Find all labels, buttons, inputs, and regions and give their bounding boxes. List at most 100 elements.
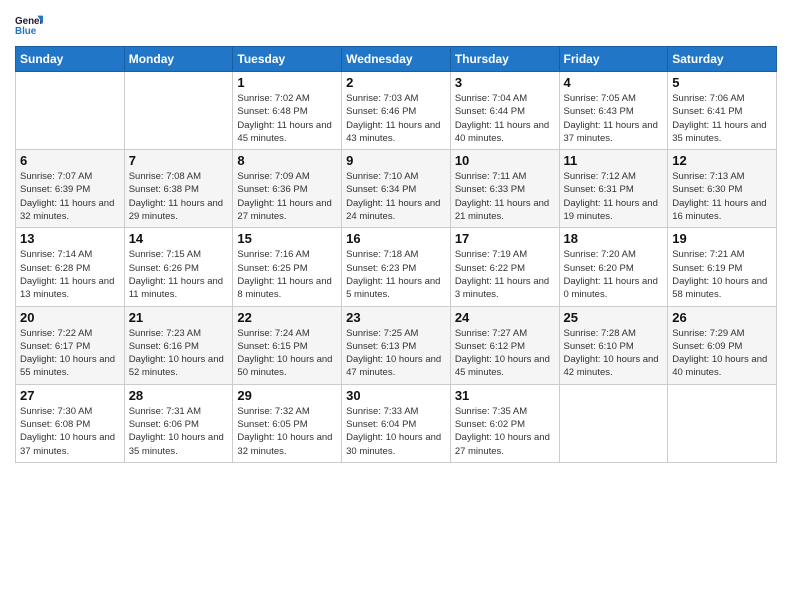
- calendar-cell: 4 Sunrise: 7:05 AM Sunset: 6:43 PM Daylig…: [559, 72, 668, 150]
- calendar-cell: 11Sunrise: 7:12 AM Sunset: 6:31 PM Dayli…: [559, 150, 668, 228]
- calendar-cell: 2 Sunrise: 7:03 AM Sunset: 6:46 PM Daylig…: [342, 72, 451, 150]
- day-info: Sunrise: 7:22 AM Sunset: 6:17 PM Dayligh…: [20, 327, 120, 380]
- calendar-cell: 27Sunrise: 7:30 AM Sunset: 6:08 PM Dayli…: [16, 384, 125, 462]
- day-number: 17: [455, 231, 555, 246]
- day-info: Sunrise: 7:08 AM Sunset: 6:38 PM Dayligh…: [129, 170, 229, 223]
- day-info: Sunrise: 7:28 AM Sunset: 6:10 PM Dayligh…: [564, 327, 664, 380]
- day-info: Sunrise: 7:07 AM Sunset: 6:39 PM Dayligh…: [20, 170, 120, 223]
- weekday-header: Friday: [559, 47, 668, 72]
- calendar-cell: [16, 72, 125, 150]
- header-row: SundayMondayTuesdayWednesdayThursdayFrid…: [16, 47, 777, 72]
- calendar-cell: 23 Sunrise: 7:25 AM Sunset: 6:13 PM Dayli…: [342, 306, 451, 384]
- day-number: 22: [237, 310, 337, 325]
- day-number: 12: [672, 153, 772, 168]
- day-number: 4: [564, 75, 664, 90]
- day-number: 24: [455, 310, 555, 325]
- day-info: Sunrise: 7:14 AM Sunset: 6:28 PM Dayligh…: [20, 248, 120, 301]
- day-number: 29: [237, 388, 337, 403]
- day-info: Sunrise: 7:24 AM Sunset: 6:15 PM Dayligh…: [237, 327, 337, 380]
- day-number: 8: [237, 153, 337, 168]
- calendar-cell: 18 Sunrise: 7:20 AM Sunset: 6:20 PM Dayli…: [559, 228, 668, 306]
- calendar-week-row: 27Sunrise: 7:30 AM Sunset: 6:08 PM Dayli…: [16, 384, 777, 462]
- calendar-cell: 9 Sunrise: 7:10 AM Sunset: 6:34 PM Daylig…: [342, 150, 451, 228]
- day-number: 10: [455, 153, 555, 168]
- calendar-cell: 26 Sunrise: 7:29 AM Sunset: 6:09 PM Dayli…: [668, 306, 777, 384]
- calendar-cell: 28Sunrise: 7:31 AM Sunset: 6:06 PM Dayli…: [124, 384, 233, 462]
- calendar-cell: [124, 72, 233, 150]
- day-info: Sunrise: 7:33 AM Sunset: 6:04 PM Dayligh…: [346, 405, 446, 458]
- calendar-cell: 22 Sunrise: 7:24 AM Sunset: 6:15 PM Dayli…: [233, 306, 342, 384]
- calendar: SundayMondayTuesdayWednesdayThursdayFrid…: [15, 46, 777, 463]
- day-number: 18: [564, 231, 664, 246]
- day-info: Sunrise: 7:11 AM Sunset: 6:33 PM Dayligh…: [455, 170, 555, 223]
- calendar-cell: 12 Sunrise: 7:13 AM Sunset: 6:30 PM Dayli…: [668, 150, 777, 228]
- calendar-week-row: 13Sunrise: 7:14 AM Sunset: 6:28 PM Dayli…: [16, 228, 777, 306]
- calendar-cell: 14 Sunrise: 7:15 AM Sunset: 6:26 PM Dayli…: [124, 228, 233, 306]
- calendar-cell: 7 Sunrise: 7:08 AM Sunset: 6:38 PM Daylig…: [124, 150, 233, 228]
- day-info: Sunrise: 7:27 AM Sunset: 6:12 PM Dayligh…: [455, 327, 555, 380]
- day-number: 20: [20, 310, 120, 325]
- calendar-cell: 10 Sunrise: 7:11 AM Sunset: 6:33 PM Dayli…: [450, 150, 559, 228]
- day-info: Sunrise: 7:02 AM Sunset: 6:48 PM Dayligh…: [237, 92, 337, 145]
- day-number: 15: [237, 231, 337, 246]
- logo-icon: General Blue: [15, 10, 43, 38]
- calendar-cell: 31Sunrise: 7:35 AM Sunset: 6:02 PM Dayli…: [450, 384, 559, 462]
- day-number: 9: [346, 153, 446, 168]
- day-number: 6: [20, 153, 120, 168]
- day-number: 25: [564, 310, 664, 325]
- calendar-cell: 24 Sunrise: 7:27 AM Sunset: 6:12 PM Dayli…: [450, 306, 559, 384]
- day-info: Sunrise: 7:15 AM Sunset: 6:26 PM Dayligh…: [129, 248, 229, 301]
- day-number: 14: [129, 231, 229, 246]
- calendar-week-row: 6 Sunrise: 7:07 AM Sunset: 6:39 PM Daylig…: [16, 150, 777, 228]
- day-info: Sunrise: 7:23 AM Sunset: 6:16 PM Dayligh…: [129, 327, 229, 380]
- calendar-cell: [559, 384, 668, 462]
- svg-text:Blue: Blue: [15, 26, 37, 37]
- day-info: Sunrise: 7:06 AM Sunset: 6:41 PM Dayligh…: [672, 92, 772, 145]
- weekday-header: Thursday: [450, 47, 559, 72]
- page: General Blue SundayMondayTuesdayWednesda…: [0, 0, 792, 612]
- day-info: Sunrise: 7:30 AM Sunset: 6:08 PM Dayligh…: [20, 405, 120, 458]
- day-info: Sunrise: 7:32 AM Sunset: 6:05 PM Dayligh…: [237, 405, 337, 458]
- day-number: 26: [672, 310, 772, 325]
- calendar-cell: 16Sunrise: 7:18 AM Sunset: 6:23 PM Dayli…: [342, 228, 451, 306]
- weekday-header: Tuesday: [233, 47, 342, 72]
- day-number: 3: [455, 75, 555, 90]
- day-info: Sunrise: 7:19 AM Sunset: 6:22 PM Dayligh…: [455, 248, 555, 301]
- calendar-cell: 17 Sunrise: 7:19 AM Sunset: 6:22 PM Dayli…: [450, 228, 559, 306]
- calendar-cell: 3 Sunrise: 7:04 AM Sunset: 6:44 PM Daylig…: [450, 72, 559, 150]
- calendar-cell: 25 Sunrise: 7:28 AM Sunset: 6:10 PM Dayli…: [559, 306, 668, 384]
- day-number: 23: [346, 310, 446, 325]
- calendar-cell: 19Sunrise: 7:21 AM Sunset: 6:19 PM Dayli…: [668, 228, 777, 306]
- day-number: 7: [129, 153, 229, 168]
- day-info: Sunrise: 7:25 AM Sunset: 6:13 PM Dayligh…: [346, 327, 446, 380]
- day-info: Sunrise: 7:10 AM Sunset: 6:34 PM Dayligh…: [346, 170, 446, 223]
- calendar-cell: 13Sunrise: 7:14 AM Sunset: 6:28 PM Dayli…: [16, 228, 125, 306]
- calendar-cell: 29 Sunrise: 7:32 AM Sunset: 6:05 PM Dayli…: [233, 384, 342, 462]
- day-info: Sunrise: 7:21 AM Sunset: 6:19 PM Dayligh…: [672, 248, 772, 301]
- weekday-header: Saturday: [668, 47, 777, 72]
- day-number: 16: [346, 231, 446, 246]
- calendar-week-row: 20 Sunrise: 7:22 AM Sunset: 6:17 PM Dayli…: [16, 306, 777, 384]
- logo: General Blue: [15, 10, 43, 38]
- calendar-cell: 6 Sunrise: 7:07 AM Sunset: 6:39 PM Daylig…: [16, 150, 125, 228]
- day-info: Sunrise: 7:03 AM Sunset: 6:46 PM Dayligh…: [346, 92, 446, 145]
- day-info: Sunrise: 7:04 AM Sunset: 6:44 PM Dayligh…: [455, 92, 555, 145]
- calendar-cell: 1 Sunrise: 7:02 AM Sunset: 6:48 PM Daylig…: [233, 72, 342, 150]
- weekday-header: Monday: [124, 47, 233, 72]
- day-number: 5: [672, 75, 772, 90]
- day-info: Sunrise: 7:20 AM Sunset: 6:20 PM Dayligh…: [564, 248, 664, 301]
- calendar-cell: 30Sunrise: 7:33 AM Sunset: 6:04 PM Dayli…: [342, 384, 451, 462]
- calendar-cell: 15Sunrise: 7:16 AM Sunset: 6:25 PM Dayli…: [233, 228, 342, 306]
- header: General Blue: [15, 10, 777, 38]
- day-info: Sunrise: 7:09 AM Sunset: 6:36 PM Dayligh…: [237, 170, 337, 223]
- calendar-week-row: 1 Sunrise: 7:02 AM Sunset: 6:48 PM Daylig…: [16, 72, 777, 150]
- calendar-cell: 20 Sunrise: 7:22 AM Sunset: 6:17 PM Dayli…: [16, 306, 125, 384]
- day-number: 28: [129, 388, 229, 403]
- day-number: 1: [237, 75, 337, 90]
- day-info: Sunrise: 7:13 AM Sunset: 6:30 PM Dayligh…: [672, 170, 772, 223]
- day-info: Sunrise: 7:29 AM Sunset: 6:09 PM Dayligh…: [672, 327, 772, 380]
- calendar-cell: 8 Sunrise: 7:09 AM Sunset: 6:36 PM Daylig…: [233, 150, 342, 228]
- calendar-cell: 21Sunrise: 7:23 AM Sunset: 6:16 PM Dayli…: [124, 306, 233, 384]
- day-info: Sunrise: 7:05 AM Sunset: 6:43 PM Dayligh…: [564, 92, 664, 145]
- day-number: 2: [346, 75, 446, 90]
